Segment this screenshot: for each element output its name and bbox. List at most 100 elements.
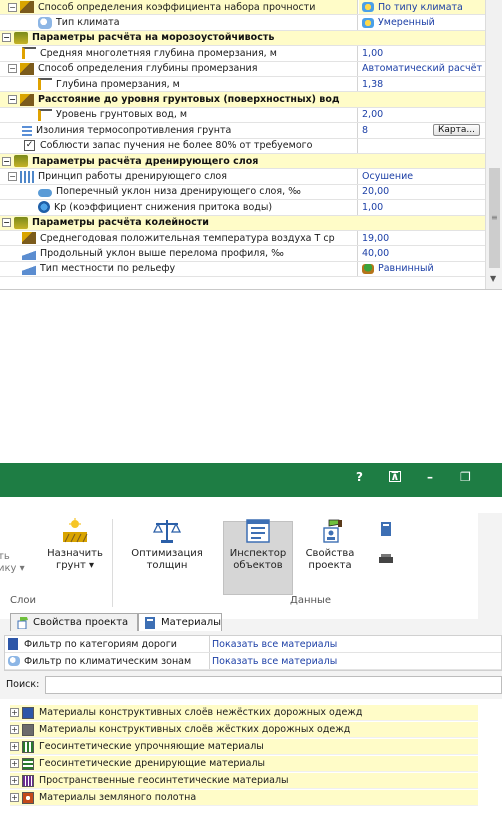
ribbon: ть ику ▾ Назначить грунт ▾ Оптимизация т… xyxy=(0,513,478,619)
expand-toggle[interactable]: + xyxy=(10,776,19,785)
tree-item-label: Геосинтетические дренирующие материалы xyxy=(39,758,266,769)
row-label: Изолиния термосопротивления грунта xyxy=(36,124,232,136)
collapse-toggle[interactable]: − xyxy=(8,64,17,74)
grid-row-freeze-depth[interactable]: Глубина промерзания, м 1,38 xyxy=(0,77,485,93)
tree-item[interactable]: + Геосинтетические дренирующие материалы xyxy=(10,756,478,772)
section-rutting[interactable]: − Параметры расчёта колейности xyxy=(0,215,485,231)
filter-label: Фильтр по климатическим зонам xyxy=(24,655,192,667)
expand-toggle[interactable]: + xyxy=(10,708,19,717)
grid-row-kp[interactable]: Kp (коэффициент снижения притока воды) 1… xyxy=(0,200,485,216)
category-icon xyxy=(22,706,34,719)
tab-materials[interactable]: Материалы xyxy=(138,613,222,631)
tree-item[interactable]: + Пространственные геосинтетические мате… xyxy=(10,773,478,789)
vertical-scrollbar[interactable]: ≡ ▼ xyxy=(485,0,502,289)
row-value[interactable]: 40,00 xyxy=(362,248,389,259)
section-icon xyxy=(14,155,28,168)
assign-soil-button[interactable]: Назначить грунт ▾ xyxy=(42,518,108,572)
expand-toggle[interactable]: + xyxy=(10,793,19,802)
expand-toggle[interactable]: + xyxy=(10,759,19,768)
map-button[interactable]: Карта... xyxy=(433,124,480,137)
grid-row-drain-principle[interactable]: − Принцип работы дренирующего слоя Осуше… xyxy=(0,169,485,185)
section-drainage[interactable]: − Параметры расчёта дренирующего слоя xyxy=(0,154,485,170)
section-groundwater[interactable]: − Расстояние до уровня грунтовых (поверх… xyxy=(0,92,485,108)
row-value[interactable]: 19,00 xyxy=(362,233,389,244)
filter-road-category[interactable]: Фильтр по категориям дороги Показать все… xyxy=(5,636,501,653)
tree-item[interactable]: + Геосинтетические упрочняющие материалы xyxy=(10,739,478,755)
grid-row-isoline[interactable]: Изолиния термосопротивления грунта 8 Кар… xyxy=(0,123,485,139)
pin-button[interactable]: ⊼ xyxy=(389,471,401,482)
tree-item[interactable]: + Материалы земляного полотна xyxy=(10,790,478,806)
row-value[interactable]: По типу климата xyxy=(378,2,463,13)
restore-button[interactable]: ❐ xyxy=(460,470,471,484)
grid-row-cross-slope[interactable]: Поперечный уклон низа дренирующего слоя,… xyxy=(0,184,485,201)
tree-item[interactable]: + Материалы конструктивных слоёв жёстких… xyxy=(10,722,478,738)
row-value[interactable]: Автоматический расчёт xyxy=(362,63,482,74)
gear-icon xyxy=(38,201,50,214)
section-frost-resistance[interactable]: − Параметры расчёта на морозоустойчивост… xyxy=(0,30,485,47)
row-value[interactable]: Умеренный xyxy=(378,17,435,28)
filter-climate-zone[interactable]: Фильтр по климатическим зонам Показать в… xyxy=(5,653,501,670)
project-properties-icon xyxy=(315,518,345,544)
grid-row-groundwater-level[interactable]: Уровень грунтовых вод, м 2,00 xyxy=(0,107,485,124)
grid-row-terrain[interactable]: Тип местности по рельефу Равнинный xyxy=(0,261,485,278)
grid-row-avg-freeze-depth[interactable]: Средняя многолетняя глубина промерзания,… xyxy=(0,46,485,62)
grid-row-strength-method[interactable]: − Способ определения коэффициента набора… xyxy=(0,0,485,16)
section-title: Параметры расчёта колейности xyxy=(32,217,209,229)
grid-row-long-slope[interactable]: Продольный уклон выше перелома профиля, … xyxy=(0,246,485,262)
button-label-2: толщин xyxy=(146,560,188,571)
row-value[interactable]: 1,00 xyxy=(362,48,383,59)
collapse-toggle[interactable]: − xyxy=(8,2,17,12)
row-value[interactable]: 8 xyxy=(362,125,368,136)
scroll-down-icon[interactable]: ▼ xyxy=(490,274,496,283)
section-icon xyxy=(14,216,28,229)
tree-item-label: Пространственные геосинтетические матери… xyxy=(39,775,289,786)
collapse-toggle[interactable]: − xyxy=(2,33,11,43)
slope-icon xyxy=(22,247,36,260)
search-input[interactable] xyxy=(45,676,502,694)
collapse-toggle[interactable]: − xyxy=(2,156,11,166)
filter-value[interactable]: Показать все материалы xyxy=(212,656,337,667)
row-value[interactable]: 20,00 xyxy=(362,186,389,197)
expand-toggle[interactable]: + xyxy=(10,742,19,751)
object-inspector-button[interactable]: Инспектор объектов xyxy=(223,518,293,572)
grid-row-climate-type[interactable]: Тип климата Умеренный xyxy=(0,15,485,31)
tree-item[interactable]: + Материалы конструктивных слоёв нежёстк… xyxy=(10,705,478,721)
tab-project-properties[interactable]: Свойства проекта xyxy=(10,613,138,631)
row-label: Соблюсти запас пучения не более 80% от т… xyxy=(40,140,313,152)
grid-row-avg-temp[interactable]: Среднегодовая положительная температура … xyxy=(0,231,485,247)
panel-tabs: Свойства проекта Материалы xyxy=(0,611,502,633)
row-value[interactable]: 2,00 xyxy=(362,109,383,120)
materials-book-icon xyxy=(143,616,157,629)
collapse-toggle[interactable]: − xyxy=(2,218,11,228)
drainage-icon xyxy=(20,170,34,183)
category-icon xyxy=(22,740,34,753)
grid-row-freeze-method[interactable]: − Способ определения глубины промерзания… xyxy=(0,61,485,77)
tree-icon xyxy=(362,263,374,274)
project-properties-button[interactable]: Свойства проекта xyxy=(298,518,362,572)
row-label: Принцип работы дренирующего слоя xyxy=(38,171,227,183)
expand-toggle[interactable]: + xyxy=(10,725,19,734)
filter-grid: Фильтр по категориям дороги Показать все… xyxy=(4,635,502,671)
freeze-icon xyxy=(20,62,34,75)
help-button[interactable]: ? xyxy=(356,470,363,484)
row-value[interactable]: Равнинный xyxy=(378,263,434,274)
minimize-button[interactable]: – xyxy=(427,470,433,484)
collapse-toggle[interactable]: − xyxy=(8,172,17,182)
scrollbar-thumb[interactable]: ≡ xyxy=(489,168,500,268)
category-icon xyxy=(22,723,34,736)
small-book-icon[interactable] xyxy=(378,521,394,537)
collapse-toggle[interactable]: − xyxy=(8,95,17,105)
application-window: ? ⊼ – ❐ ть ику ▾ Назначить грунт ▾ Оптим… xyxy=(0,463,502,814)
terrain-icon xyxy=(22,262,36,275)
row-value[interactable]: 1,00 xyxy=(362,202,383,213)
grid-row-heave-margin[interactable]: ✓ Соблюсти запас пучения не более 80% от… xyxy=(0,138,485,154)
row-value[interactable]: Осушение xyxy=(362,171,413,182)
filter-value[interactable]: Показать все материалы xyxy=(212,639,337,650)
row-value[interactable]: 1,38 xyxy=(362,79,383,90)
tree-item-label: Геосинтетические упрочняющие материалы xyxy=(39,741,264,752)
optimize-thickness-button[interactable]: Оптимизация толщин xyxy=(125,518,209,572)
cut-off-button[interactable]: ть ику ▾ xyxy=(0,551,28,575)
heave-margin-checkbox[interactable]: ✓ xyxy=(24,140,35,152)
small-tools-icon[interactable] xyxy=(378,551,394,567)
cloud-icon xyxy=(38,16,52,29)
